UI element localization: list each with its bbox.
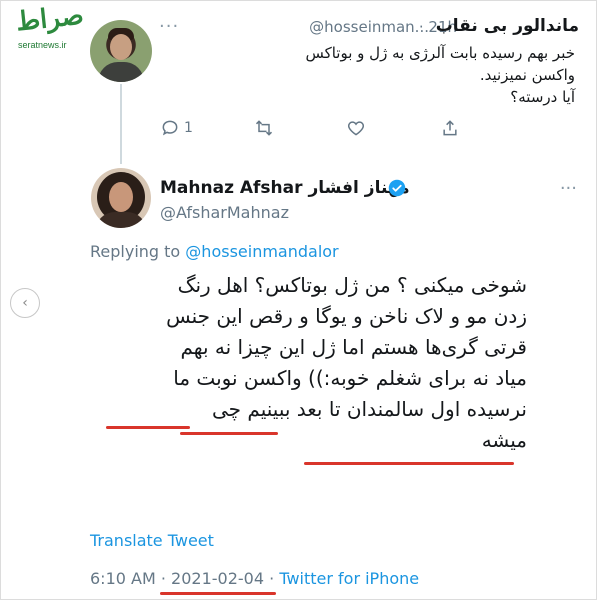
parent-tweet-line: واکسن نمیزنید. <box>479 66 575 84</box>
carousel-nav-icon[interactable]: ‹ <box>10 288 40 318</box>
like-button[interactable] <box>346 118 366 142</box>
more-options-icon[interactable]: ··· <box>560 178 577 199</box>
tweet-source-link[interactable]: Twitter for iPhone <box>279 569 419 588</box>
main-tweet-line: قرتی گری‌ها هستم اما ژل این چیزا نه بهم <box>180 335 527 359</box>
meta-separator: · <box>160 569 166 588</box>
reply-icon <box>162 120 178 136</box>
main-tweet-line: میشه <box>481 428 527 452</box>
main-tweet-line: نرسیده اول سالمندان تا بعد ببینیم چی <box>212 397 527 421</box>
more-options-icon[interactable]: ··· <box>159 16 179 37</box>
red-underline-annotation <box>304 462 514 465</box>
red-underline-annotation <box>160 592 276 595</box>
replying-to: Replying to @hosseinmandalor <box>90 242 339 261</box>
tweet-metadata: 6:10 AM · 2021-02-04 · Twitter for iPhon… <box>90 569 419 588</box>
share-button[interactable] <box>440 118 460 142</box>
reply-button[interactable]: 1 <box>160 118 193 142</box>
parent-tweet-handle[interactable]: @hosseinman... <box>309 18 429 36</box>
parent-tweet-avatar[interactable] <box>90 20 152 82</box>
red-underline-annotation <box>180 432 278 435</box>
main-tweet-display-name[interactable]: Mahnaz Afshar مهناز افشار <box>160 178 410 198</box>
reply-count: 1 <box>184 120 193 136</box>
thread-connector-line <box>120 84 122 164</box>
replying-to-prefix: Replying to <box>90 242 181 261</box>
tweet-time: 6:10 AM <box>90 569 156 588</box>
parent-tweet-actions: 1 <box>160 118 460 142</box>
main-tweet-line: زدن مو و لاک ناخن و یوگا و رقص این جنس <box>166 304 527 328</box>
retweet-icon <box>255 120 273 136</box>
tweet-date: 2021-02-04 <box>171 569 265 588</box>
parent-tweet-text: خبر بهم رسیده بابت آلرژی به ژل و بوتاکس … <box>155 42 575 108</box>
heart-icon <box>347 121 365 136</box>
watermark-logo: صراط seratnews.ir <box>14 0 96 50</box>
watermark-url: seratnews.ir <box>18 40 67 50</box>
parent-tweet-display-name[interactable]: ماندالور بی نقاب <box>436 16 579 36</box>
retweet-button[interactable] <box>254 118 274 142</box>
meta-separator: · <box>269 569 275 588</box>
parent-tweet-header: ··· · 21h @hosseinman... ماندالور بی نقا… <box>159 14 579 40</box>
main-tweet-avatar[interactable] <box>91 168 151 228</box>
display-name-english: Mahnaz Afshar <box>160 178 303 198</box>
share-icon <box>443 120 457 136</box>
watermark-logo-text: صراط <box>14 0 86 38</box>
main-tweet-line: میاد نه برای شغلم خوبه:)) واکسن نوبت ما <box>173 366 527 390</box>
parent-tweet-line: آیا درسته؟ <box>510 88 575 106</box>
main-tweet-handle[interactable]: @AfsharMahnaz <box>160 203 289 222</box>
translate-tweet-link[interactable]: Translate Tweet <box>90 531 214 550</box>
verified-badge-icon <box>388 179 406 197</box>
parent-tweet-line: خبر بهم رسیده بابت آلرژی به ژل و بوتاکس <box>305 44 575 62</box>
red-underline-annotation <box>106 426 190 429</box>
main-tweet-line: شوخی میکنی ؟ من ژل بوتاکس؟ اهل رنگ <box>177 273 527 297</box>
replying-to-mention[interactable]: @hosseinmandalor <box>185 242 338 261</box>
